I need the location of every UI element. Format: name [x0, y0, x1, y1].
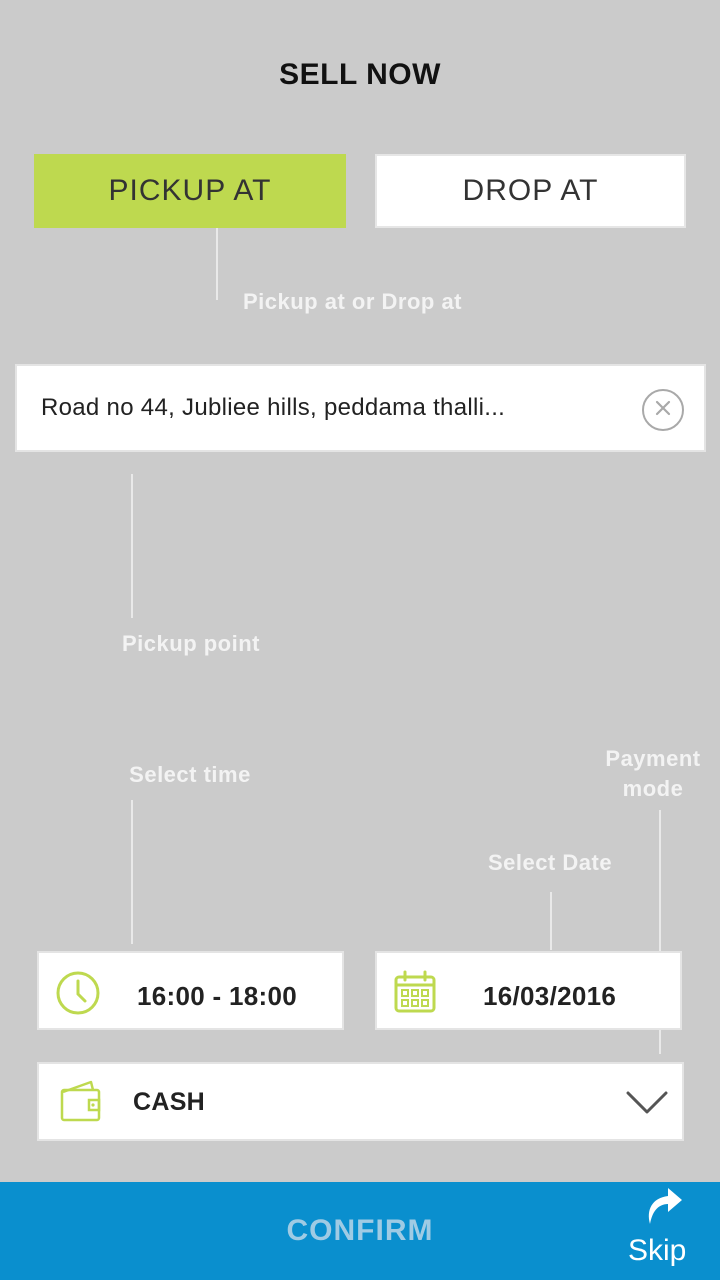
- chevron-down-icon[interactable]: [625, 1088, 669, 1121]
- tab-pickup-label: PICKUP AT: [108, 174, 272, 207]
- skip-label: Skip: [628, 1234, 687, 1267]
- payment-mode-line-top: [659, 810, 661, 952]
- payment-mode-hint-line1: Payment: [605, 746, 701, 771]
- tab-drop-at[interactable]: DROP AT: [375, 154, 686, 228]
- date-selector[interactable]: 16/03/2016: [375, 951, 682, 1030]
- payment-mode-line-bottom: [659, 1030, 661, 1054]
- clear-address-button[interactable]: [642, 389, 684, 431]
- skip-arrow-icon: [642, 1184, 684, 1233]
- select-time-hint: Select time: [129, 762, 251, 787]
- wallet-icon: [59, 1078, 103, 1129]
- pickup-point-hint: Pickup point: [122, 631, 260, 656]
- tabs-hint: Pickup at or Drop at: [242, 289, 463, 314]
- select-date-line: [550, 892, 552, 950]
- payment-mode-select[interactable]: CASH: [37, 1062, 684, 1141]
- select-date-hint: Select Date: [487, 850, 613, 875]
- payment-value: CASH: [133, 1088, 206, 1116]
- tab-drop-label: DROP AT: [462, 174, 599, 207]
- payment-mode-hint-line2: mode: [622, 776, 684, 801]
- confirm-button[interactable]: CONFIRM: [220, 1208, 500, 1254]
- calendar-icon: [393, 970, 437, 1019]
- confirm-bar: CONFIRM Skip: [0, 1182, 720, 1280]
- time-selector[interactable]: 16:00 - 18:00: [37, 951, 344, 1030]
- date-value: 16/03/2016: [483, 981, 617, 1011]
- time-value: 16:00 - 18:00: [137, 981, 298, 1011]
- clock-icon: [55, 970, 101, 1021]
- select-time-line: [131, 800, 133, 944]
- page-title: SELL NOW: [279, 58, 441, 91]
- payment-mode-hint: Payment mode: [592, 744, 714, 804]
- address-input-value[interactable]: Road no 44, Jubliee hills, peddama thall…: [41, 394, 505, 422]
- tab-pickup-at[interactable]: PICKUP AT: [34, 154, 346, 228]
- close-circle-icon: [654, 399, 672, 422]
- pickup-point-line: [131, 474, 133, 618]
- address-field[interactable]: Road no 44, Jubliee hills, peddama thall…: [15, 364, 706, 452]
- skip-button[interactable]: Skip: [620, 1182, 710, 1280]
